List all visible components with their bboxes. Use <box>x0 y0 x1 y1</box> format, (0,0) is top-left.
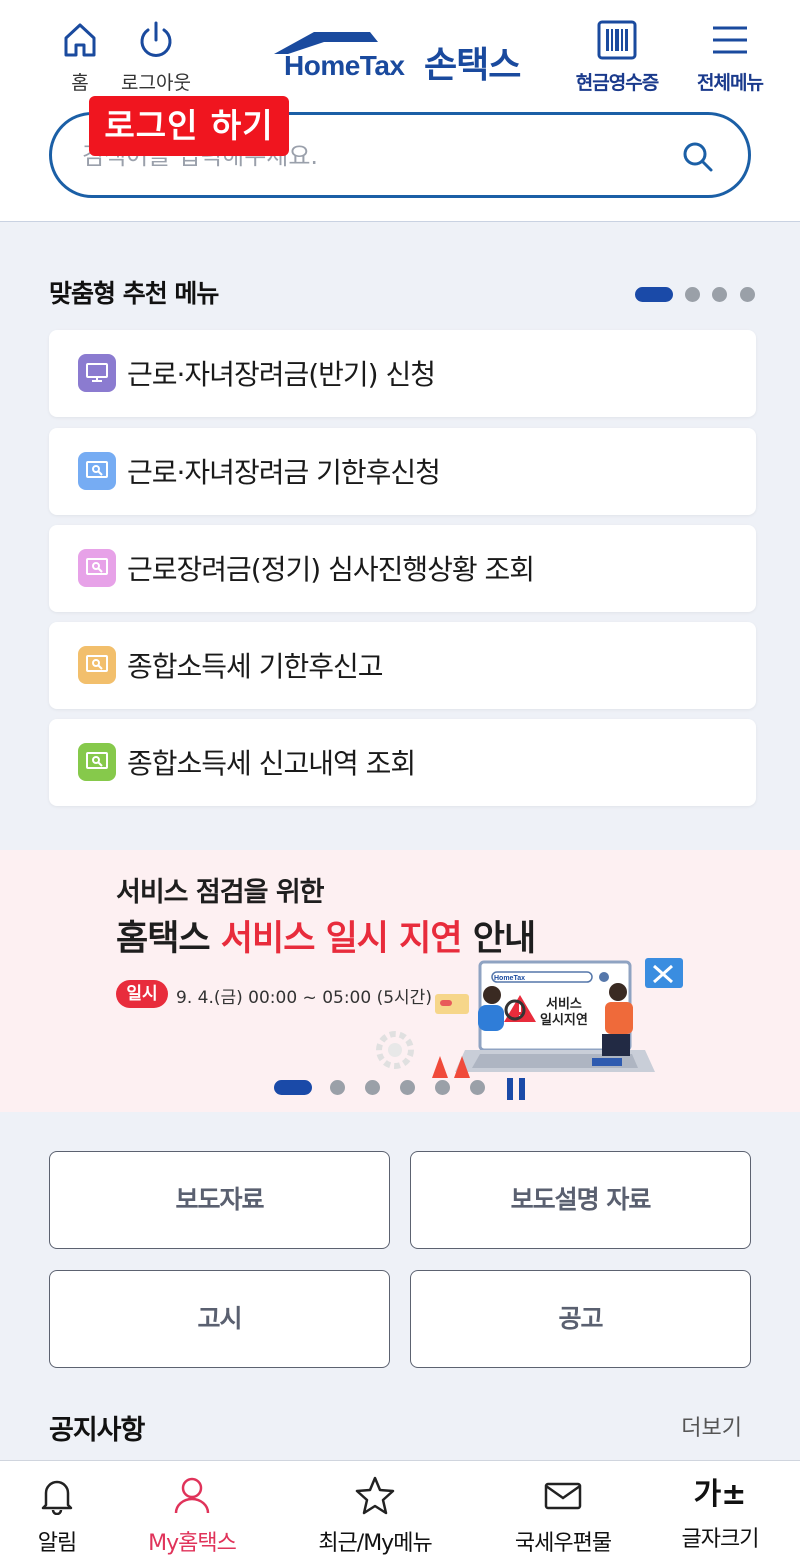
monitor-icon <box>78 354 116 392</box>
recommended-item-label: 근로·자녀장려금(반기) 신청 <box>127 358 436 391</box>
recommended-item[interactable]: 종합소득세 기한후신고 <box>49 622 756 709</box>
home-icon <box>64 23 96 57</box>
top-header: 홈 로그아웃 HomeTax 손택스 현금영수증 전체메뉴 검색어를 입력해주세… <box>0 0 800 222</box>
banner-dot[interactable] <box>365 1080 380 1095</box>
recommended-item[interactable]: 종합소득세 신고내역 조회 <box>49 719 756 806</box>
barcode-icon <box>597 20 637 60</box>
home-label: 홈 <box>71 72 89 94</box>
announcement-button[interactable]: 공고 <box>410 1270 751 1368</box>
logout-label: 로그아웃 <box>121 72 191 94</box>
cash-receipt-button[interactable]: 현금영수증 <box>572 20 662 95</box>
search-doc-icon <box>78 452 116 490</box>
nav-mail-label: 국세우편물 <box>514 1531 612 1556</box>
banner-dot[interactable] <box>400 1080 415 1095</box>
home-button[interactable]: 홈 <box>56 20 104 95</box>
nav-alarm[interactable]: 알림 <box>30 1475 84 1557</box>
banner-subtitle: 서비스 점검을 위한 <box>116 877 325 908</box>
logo-text-ko: 손택스 <box>424 45 521 86</box>
nav-my-hometax[interactable]: My홈택스 <box>142 1475 242 1557</box>
press-explain-button[interactable]: 보도설명 자료 <box>410 1151 751 1249</box>
illustration-text: 서비스 <box>546 997 582 1012</box>
recommended-item-label: 근로·자녀장려금 기한후신청 <box>127 456 441 489</box>
all-menu-button[interactable]: 전체메뉴 <box>690 20 770 95</box>
banner-title-part: 홈택스 <box>116 919 221 959</box>
recommended-item-label: 종합소득세 신고내역 조회 <box>127 747 416 780</box>
pager-dot-active[interactable] <box>635 287 673 302</box>
recommended-item[interactable]: 근로·자녀장려금 기한후신청 <box>49 428 756 515</box>
cash-receipt-label: 현금영수증 <box>575 72 659 94</box>
font-size-icon: 가± <box>693 1477 747 1512</box>
search-doc-icon <box>78 646 116 684</box>
banner-dot[interactable] <box>330 1080 345 1095</box>
banner-dot-active[interactable] <box>274 1080 312 1095</box>
svg-text:HomeTax: HomeTax <box>494 975 525 982</box>
all-menu-label: 전체메뉴 <box>697 72 764 94</box>
service-delay-banner[interactable]: 서비스 점검을 위한 홈택스 서비스 일시 지연 안내 일시 9. 4.(금) … <box>0 850 800 1112</box>
search-doc-icon <box>78 549 116 587</box>
recommended-menu-title: 맞춤형 추천 메뉴 <box>49 279 219 308</box>
nav-alarm-label: 알림 <box>37 1531 77 1556</box>
illustration-text: 일시지연 <box>540 1013 588 1028</box>
notice-section-title: 공지사항 <box>49 1415 145 1446</box>
nav-recent-label: 최근/My메뉴 <box>318 1531 432 1556</box>
nav-recent[interactable]: 최근/My메뉴 <box>312 1475 438 1557</box>
nav-font-size[interactable]: 가± 글자크기 <box>670 1475 770 1553</box>
nav-my-hometax-label: My홈택스 <box>148 1531 237 1556</box>
pager-dot[interactable] <box>685 287 700 302</box>
recommended-item-label: 종합소득세 기한후신고 <box>127 650 384 683</box>
pause-icon[interactable] <box>505 1076 529 1102</box>
search-doc-icon <box>78 743 116 781</box>
recommended-item[interactable]: 근로·자녀장려금(반기) 신청 <box>49 330 756 417</box>
login-button[interactable]: 로그인 하기 <box>89 96 289 156</box>
search-icon[interactable] <box>682 141 714 173</box>
banner-dot[interactable] <box>470 1080 485 1095</box>
press-release-button[interactable]: 보도자료 <box>49 1151 390 1249</box>
pager-dot[interactable] <box>712 287 727 302</box>
hometax-logo[interactable]: HomeTax 손택스 <box>274 28 536 88</box>
logout-button[interactable]: 로그아웃 <box>118 20 194 95</box>
banner-dot[interactable] <box>435 1080 450 1095</box>
power-icon <box>140 21 172 57</box>
nav-font-size-label: 글자크기 <box>681 1527 760 1552</box>
mail-icon <box>544 1482 582 1510</box>
nav-mail[interactable]: 국세우편물 <box>504 1475 622 1557</box>
maintenance-illustration: HomeTax 서비스 일시지연 <box>376 958 683 1078</box>
hamburger-icon <box>713 26 747 54</box>
logo-text-en: HomeTax <box>284 50 405 81</box>
star-icon <box>355 1476 395 1515</box>
recommended-item[interactable]: 근로장려금(정기) 심사진행상황 조회 <box>49 525 756 612</box>
person-icon <box>174 1477 210 1514</box>
bottom-navigation: 알림 My홈택스 최근/My메뉴 국세우편물 가± 글자크기 <box>0 1460 800 1563</box>
bell-icon <box>41 1480 73 1516</box>
pager-dot[interactable] <box>740 287 755 302</box>
recommended-item-label: 근로장려금(정기) 심사진행상황 조회 <box>127 553 535 586</box>
notice-more-link[interactable]: 더보기 <box>681 1410 742 1442</box>
banner-tag: 일시 <box>116 980 168 1008</box>
notification-gov-button[interactable]: 고시 <box>49 1270 390 1368</box>
